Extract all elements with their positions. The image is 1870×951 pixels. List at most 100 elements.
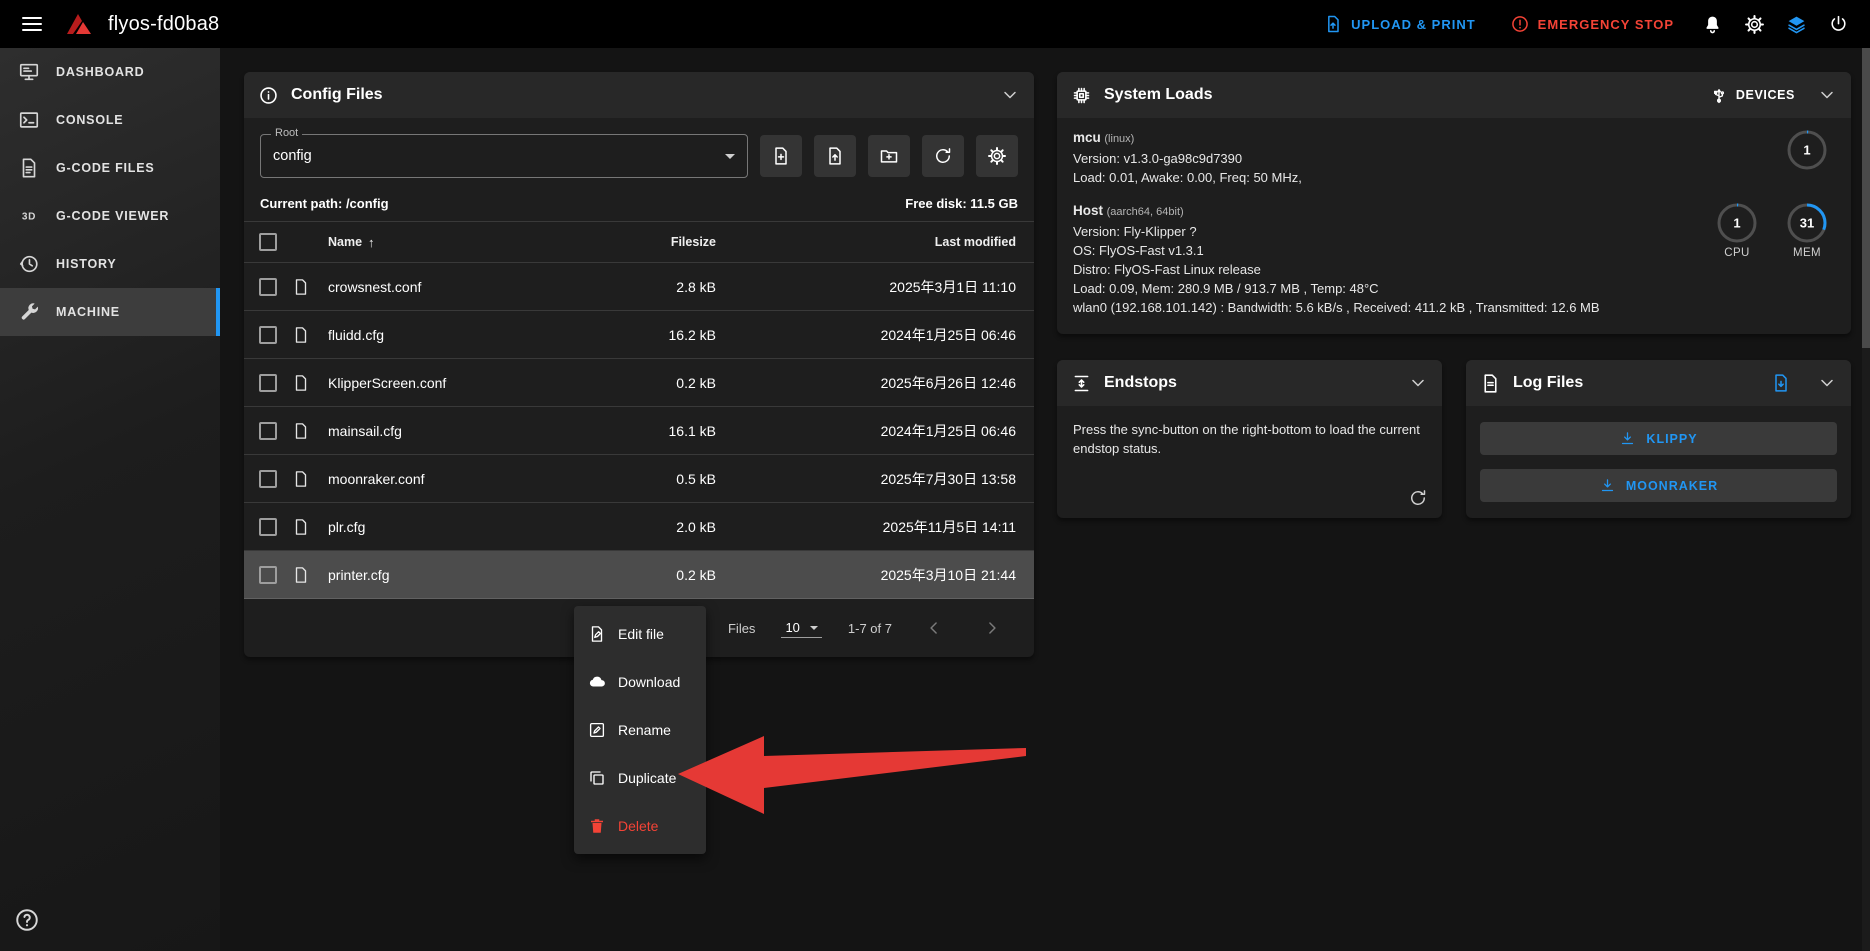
panel-title: System Loads <box>1104 86 1212 104</box>
svg-text:31: 31 <box>1800 216 1814 231</box>
power-button[interactable] <box>1820 6 1856 42</box>
theme-layers-button[interactable] <box>1778 6 1814 42</box>
row-checkbox[interactable] <box>259 326 277 344</box>
host-load: Load: 0.09, Mem: 280.9 MB / 913.7 MB , T… <box>1073 279 1600 298</box>
settings-button[interactable] <box>976 135 1018 177</box>
endstop-icon <box>1071 373 1092 394</box>
table-row[interactable]: moonraker.conf 0.5 kB 2025年7月30日 13:58 <box>244 455 1034 503</box>
notifications-button[interactable] <box>1694 6 1730 42</box>
row-checkbox[interactable] <box>259 566 277 584</box>
klippy-log-button[interactable]: KLIPPY <box>1480 422 1837 455</box>
refresh-icon <box>933 146 953 166</box>
table-row[interactable]: fluidd.cfg 16.2 kB 2024年1月25日 06:46 <box>244 311 1034 359</box>
file-upload-icon <box>825 146 845 166</box>
create-folder-button[interactable] <box>868 135 910 177</box>
sync-button[interactable] <box>1408 488 1428 508</box>
moonraker-log-button[interactable]: MOONRAKER <box>1480 469 1837 502</box>
select-all-checkbox[interactable] <box>259 233 277 251</box>
mem-gauge: 31 MEM <box>1785 201 1829 317</box>
host-network: wlan0 (192.168.101.142) : Bandwidth: 5.6… <box>1073 298 1600 317</box>
context-delete[interactable]: Delete <box>574 802 706 850</box>
console-icon <box>18 109 40 131</box>
layers-icon <box>1786 14 1807 35</box>
context-duplicate[interactable]: Duplicate <box>574 754 706 802</box>
sidebar-item-console[interactable]: CONSOLE <box>0 96 220 144</box>
file-icon <box>292 374 328 392</box>
table-row[interactable]: crowsnest.conf 2.8 kB 2025年3月1日 11:10 <box>244 263 1034 311</box>
next-page-button[interactable] <box>976 612 1008 644</box>
edit-file-icon <box>588 625 606 643</box>
sidebar-item-machine[interactable]: MACHINE <box>0 288 220 336</box>
row-checkbox[interactable] <box>259 470 277 488</box>
help-button[interactable] <box>12 905 42 935</box>
dashboard-icon <box>18 61 40 83</box>
column-name[interactable]: Name ↑ <box>328 235 576 250</box>
panel-title: Endstops <box>1104 374 1177 392</box>
gear-icon <box>987 146 1007 166</box>
download-logs-button[interactable] <box>1771 373 1791 393</box>
file-icon <box>292 422 328 440</box>
sidebar-item-history[interactable]: HISTORY <box>0 240 220 288</box>
page-scrollbar[interactable] <box>1862 48 1870 951</box>
services-button[interactable] <box>1736 6 1772 42</box>
file-context-menu: Edit file Download Rename Duplicate Dele… <box>574 606 706 854</box>
host-block: Host (aarch64, 64bit) Version: Fly-Klipp… <box>1073 201 1835 317</box>
page-range: 1-7 of 7 <box>848 621 892 636</box>
row-checkbox[interactable] <box>259 422 277 440</box>
devices-button[interactable]: DEVICES <box>1710 86 1795 104</box>
sidebar-item-gcode-viewer[interactable]: 3D G-CODE VIEWER <box>0 192 220 240</box>
power-icon <box>1828 14 1849 35</box>
table-row[interactable]: plr.cfg 2.0 kB 2025年11月5日 14:11 <box>244 503 1034 551</box>
menu-button[interactable] <box>14 6 50 42</box>
topbar: flyos-fd0ba8 UPLOAD & PRINT EMERGENCY ST… <box>0 0 1870 48</box>
host-os: OS: FlyOS-Fast v1.3.1 <box>1073 241 1600 260</box>
cpu-chip-icon <box>1071 85 1092 106</box>
collapse-panel-button[interactable] <box>1000 85 1020 105</box>
collapse-panel-button[interactable] <box>1408 373 1428 393</box>
column-filesize[interactable]: Filesize <box>576 235 716 249</box>
context-edit-file[interactable]: Edit file <box>574 610 706 658</box>
path-row: Current path: /config Free disk: 11.5 GB <box>244 188 1034 221</box>
table-row[interactable]: mainsail.cfg 16.1 kB 2024年1月25日 06:46 <box>244 407 1034 455</box>
cpu-gauge-label: CPU <box>1724 247 1749 259</box>
emergency-stop-button[interactable]: EMERGENCY STOP <box>1496 6 1688 42</box>
upload-file-button[interactable] <box>814 135 856 177</box>
context-rename[interactable]: Rename <box>574 706 706 754</box>
sidebar-item-dashboard[interactable]: DASHBOARD <box>0 48 220 96</box>
row-checkbox[interactable] <box>259 374 277 392</box>
column-last-modified[interactable]: Last modified <box>716 235 1016 249</box>
cloud-download-icon <box>588 673 606 691</box>
sort-asc-icon: ↑ <box>368 235 375 250</box>
annotation-arrow <box>672 726 1032 822</box>
collapse-panel-button[interactable] <box>1817 373 1837 393</box>
upload-print-button[interactable]: UPLOAD & PRINT <box>1309 6 1490 42</box>
context-download[interactable]: Download <box>574 658 706 706</box>
duplicate-icon <box>588 769 606 787</box>
row-checkbox[interactable] <box>259 518 277 536</box>
file-plus-icon <box>771 146 791 166</box>
wrench-icon <box>18 301 40 323</box>
table-row-selected[interactable]: printer.cfg 0.2 kB 2025年3月10日 21:44 <box>244 551 1034 599</box>
scrollbar-thumb[interactable] <box>1862 48 1870 348</box>
mem-gauge-label: MEM <box>1793 247 1821 259</box>
per-page-select[interactable]: 10 <box>781 618 821 638</box>
file-icon <box>292 566 328 584</box>
usb-icon <box>1710 86 1728 104</box>
sidebar-item-gcode-files[interactable]: G-CODE FILES <box>0 144 220 192</box>
config-files-header: Config Files <box>244 72 1034 118</box>
files-per-page-label: Files <box>728 621 755 636</box>
row-checkbox[interactable] <box>259 278 277 296</box>
question-mark-icon <box>14 907 40 933</box>
table-row[interactable]: KlipperScreen.conf 0.2 kB 2025年6月26日 12:… <box>244 359 1034 407</box>
endstops-panel: Endstops Press the sync-button on the ri… <box>1057 360 1442 518</box>
mcu-arch: (linux) <box>1104 133 1134 145</box>
svg-text:1: 1 <box>1803 143 1810 158</box>
create-file-button[interactable] <box>760 135 802 177</box>
config-files-panel: Config Files Root config <box>244 72 1034 657</box>
prev-page-button[interactable] <box>918 612 950 644</box>
file-icon <box>292 278 328 296</box>
root-select[interactable]: Root config <box>260 134 748 178</box>
app-logo[interactable] <box>64 11 94 37</box>
collapse-panel-button[interactable] <box>1817 85 1837 105</box>
refresh-button[interactable] <box>922 135 964 177</box>
